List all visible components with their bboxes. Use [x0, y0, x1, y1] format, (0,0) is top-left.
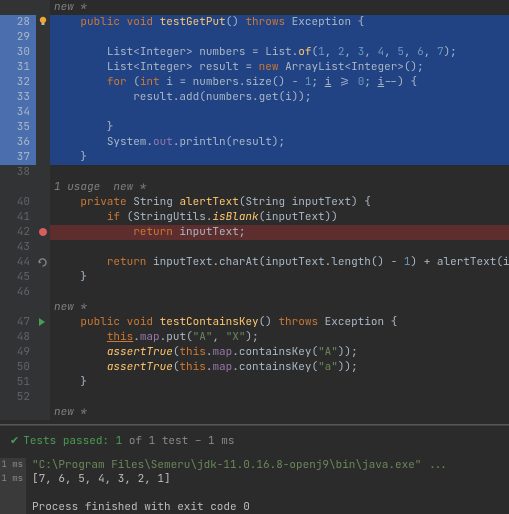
line-number[interactable]: 30	[0, 45, 36, 60]
line-number[interactable]: 33	[0, 90, 36, 105]
line-number	[0, 0, 36, 15]
line-number[interactable]: 45	[0, 270, 36, 285]
line-number[interactable]: 51	[0, 375, 36, 390]
code-line[interactable]: result.add(numbers.get(i));	[50, 90, 509, 105]
tests-passed-label: Tests passed: 1	[23, 434, 122, 448]
code-line[interactable]: assertTrue(this.map.containsKey("A"));	[50, 345, 509, 360]
line-number[interactable]: 32	[0, 75, 36, 90]
line-number[interactable]: 46	[0, 285, 36, 300]
line-number[interactable]: 38	[0, 165, 36, 180]
line-number[interactable]: 34	[0, 105, 36, 120]
line-number[interactable]: 49	[0, 345, 36, 360]
hint-new: new *	[113, 180, 146, 194]
line-number[interactable]: 47	[0, 315, 36, 330]
code-editor[interactable]: new * 28 public void testGetPut() throws…	[0, 0, 509, 420]
console-exit: Process finished with exit code 0	[32, 500, 250, 514]
intention-bulb-icon[interactable]	[38, 16, 48, 26]
line-number[interactable]: 31	[0, 60, 36, 75]
code-line[interactable]	[50, 165, 509, 180]
line-number[interactable]: 42	[0, 225, 36, 240]
hint-new: new *	[54, 300, 87, 314]
console-output[interactable]: 1 ms "C:\Program Files\Semeru\jdk-11.0.16…	[0, 456, 509, 514]
line-number[interactable]: 37	[0, 150, 36, 165]
code-line[interactable]: }	[50, 120, 509, 135]
code-line[interactable]	[50, 285, 509, 300]
line-number[interactable]: 48	[0, 330, 36, 345]
duration-badge: 1 ms	[0, 458, 26, 472]
console-command: "C:\Program Files\Semeru\jdk-11.0.16.8-o…	[32, 458, 448, 472]
duration-badge: 1 ms	[0, 472, 26, 486]
test-status-bar: ✔ Tests passed: 1 of 1 test – 1 ms	[0, 425, 509, 456]
code-line[interactable]: }	[50, 270, 509, 285]
line-number[interactable]: 29	[0, 30, 36, 45]
hint-usage[interactable]: 1 usage	[54, 180, 100, 194]
recursive-call-icon	[38, 258, 47, 267]
checkmark-icon: ✔	[10, 434, 19, 448]
hint-new: new *	[54, 405, 87, 419]
code-line[interactable]	[50, 240, 509, 255]
code-line[interactable]: }	[50, 375, 509, 390]
line-number[interactable]: 36	[0, 135, 36, 150]
code-line[interactable]	[50, 105, 509, 120]
line-number[interactable]: 41	[0, 210, 36, 225]
line-number	[0, 405, 36, 420]
line-number[interactable]: 43	[0, 240, 36, 255]
line-number	[0, 180, 36, 195]
code-line[interactable]: this.map.put("A", "X");	[50, 330, 509, 345]
code-line[interactable]: }	[50, 150, 509, 165]
tests-summary: of 1 test – 1 ms	[122, 434, 234, 448]
run-gutter-icon[interactable]	[39, 318, 45, 326]
code-line[interactable]: List<Integer> numbers = List.of(1, 2, 3,…	[50, 45, 509, 60]
line-number[interactable]: 35	[0, 120, 36, 135]
line-number[interactable]: 52	[0, 390, 36, 405]
code-line[interactable]	[50, 30, 509, 45]
breakpoint-icon[interactable]	[39, 228, 47, 236]
code-line[interactable]: for (int i = numbers.size() - 1; i >= 0;…	[50, 75, 509, 90]
code-line[interactable]	[50, 390, 509, 405]
console-stdout: [7, 6, 5, 4, 3, 2, 1]	[32, 472, 171, 486]
line-number[interactable]: 40	[0, 195, 36, 210]
code-line[interactable]: return inputText;	[50, 225, 509, 240]
code-line[interactable]: public void testContainsKey() throws Exc…	[50, 315, 509, 330]
code-line[interactable]: assertTrue(this.map.containsKey("a"));	[50, 360, 509, 375]
code-line[interactable]: return inputText.charAt(inputText.length…	[50, 255, 509, 270]
code-line[interactable]: if (StringUtils.isBlank(inputText))	[50, 210, 509, 225]
line-number[interactable]: 28	[0, 15, 36, 30]
code-line[interactable]: System.out.println(result);	[50, 135, 509, 150]
code-line[interactable]: public void testGetPut() throws Exceptio…	[50, 15, 509, 30]
hint-new: new *	[54, 0, 87, 14]
code-line[interactable]: private String alertText(String inputTex…	[50, 195, 509, 210]
line-number[interactable]: 44	[0, 255, 36, 270]
code-line[interactable]: List<Integer> result = new ArrayList<Int…	[50, 60, 509, 75]
line-number	[0, 300, 36, 315]
line-number[interactable]: 50	[0, 360, 36, 375]
